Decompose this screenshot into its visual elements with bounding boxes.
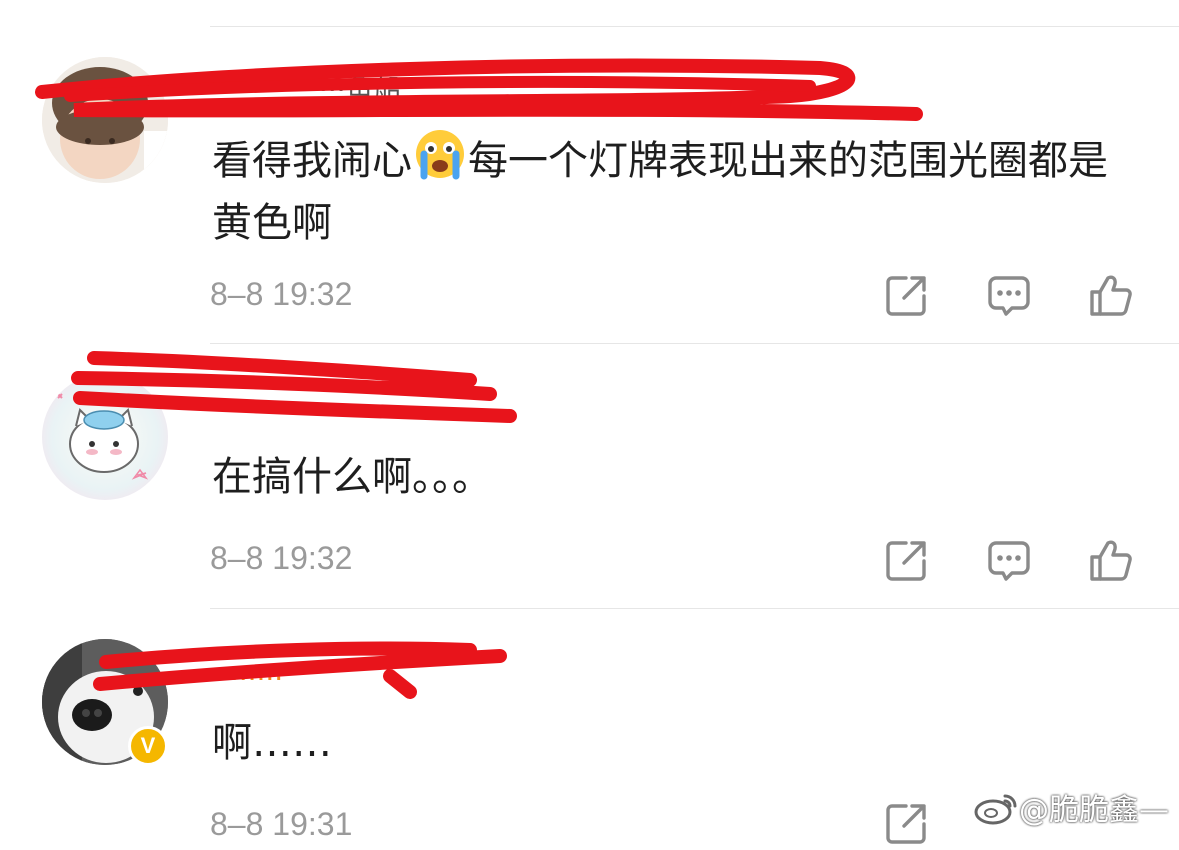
timestamp: 8–8 19:32 (210, 276, 353, 312)
nickname[interactable]: ········· (212, 390, 292, 423)
nickname[interactable]: ········ (212, 662, 283, 695)
avatar[interactable] (42, 374, 168, 500)
crying-face-icon (414, 128, 466, 180)
watermark: @脆脆鑫— (973, 785, 1169, 829)
nickname[interactable]: ···············鱼船 (212, 68, 402, 108)
verified-badge: V (128, 726, 168, 766)
timestamp: 8–8 19:31 (210, 806, 353, 842)
share-icon[interactable] (884, 272, 930, 318)
divider (210, 26, 1179, 27)
divider (210, 608, 1179, 609)
comment-icon[interactable] (986, 537, 1032, 583)
comment-icon[interactable] (986, 272, 1032, 318)
timestamp: 8–8 19:32 (210, 540, 353, 576)
avatar[interactable] (42, 57, 168, 183)
like-icon[interactable] (1088, 272, 1134, 318)
comment-text: 在搞什么啊。。。 (212, 454, 492, 500)
comment-text: 看得我闹心 每一个灯牌表现出来的范围光圈都是黄色啊 (212, 128, 1132, 254)
like-icon[interactable] (1088, 537, 1134, 583)
divider (210, 343, 1179, 344)
comment-text: 啊…… (212, 720, 332, 766)
weibo-logo-icon (974, 794, 1017, 825)
share-icon[interactable] (884, 537, 930, 583)
share-icon[interactable] (884, 800, 930, 846)
